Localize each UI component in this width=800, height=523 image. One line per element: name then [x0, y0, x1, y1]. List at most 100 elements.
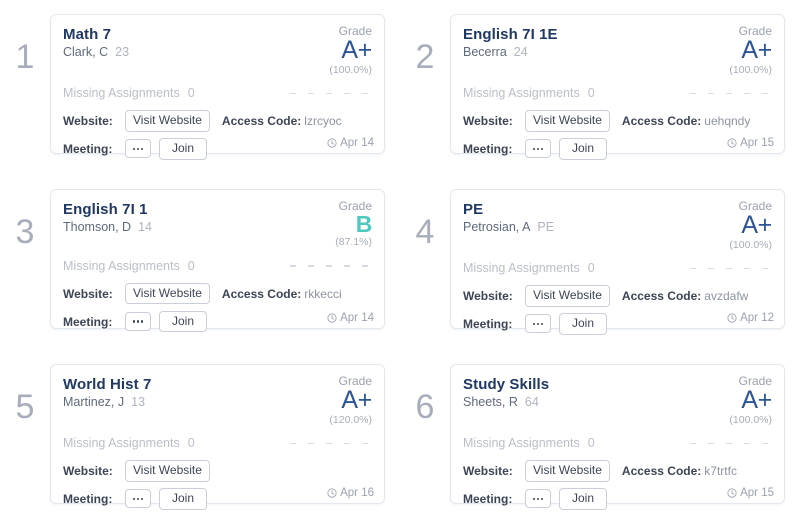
assignment-dash [362, 92, 368, 95]
card-date-text: Apr 14 [340, 137, 374, 149]
join-meeting-button[interactable]: Join [559, 487, 608, 510]
dot-icon [136, 147, 140, 151]
course-info: Study Skills Sheets, R 64 [463, 375, 549, 409]
course-period: 23 [115, 45, 130, 60]
visit-website-button[interactable]: Visit Website [525, 109, 610, 132]
assignment-dash [362, 442, 368, 445]
access-code: Access Code: rkkecci [222, 287, 342, 301]
visit-website-button[interactable]: Visit Website [125, 459, 210, 482]
course-info: Math 7 Clark, C 23 [63, 25, 129, 59]
course-info: PE Petrosian, A PE [463, 200, 554, 234]
card-header: World Hist 7 Martinez, J 13 Grade A+ (120… [63, 374, 372, 426]
access-code-label: Access Code: [221, 286, 302, 301]
grade-letter: B [355, 211, 373, 238]
course-info: World Hist 7 Martinez, J 13 [63, 375, 151, 409]
dot-icon [140, 147, 144, 151]
assignment-dash [708, 267, 714, 270]
visit-website-button[interactable]: Visit Website [525, 459, 610, 482]
grade-block: Grade A+ (120.0%) [302, 374, 372, 426]
assignment-dash [344, 265, 350, 267]
meeting-options-button[interactable] [125, 312, 151, 332]
access-code-label: Access Code: [621, 288, 702, 303]
website-label: Website: [463, 288, 513, 303]
course-title: English 7I 1E [463, 26, 558, 43]
grade-percent: (100.0%) [729, 63, 772, 76]
meeting-label: Meeting: [463, 316, 513, 331]
meeting-label: Meeting: [63, 314, 113, 329]
grade-block: Grade A+ (100.0%) [302, 24, 372, 76]
course-card[interactable]: English 7I 1 Thomson, D 14 Grade B (87.1%… [50, 189, 385, 333]
card-date: Apr 12 [727, 312, 774, 324]
grade-block: Grade A+ (100.0%) [702, 24, 772, 76]
meeting-options-button[interactable] [125, 489, 151, 509]
missing-assignments-text: Missing Assignments [463, 261, 580, 276]
missing-assignments-count: 0 [587, 436, 595, 451]
teacher-line: Sheets, R 64 [463, 395, 549, 409]
grade-letter: A+ [741, 211, 772, 240]
missing-assignments-text: Missing Assignments [463, 86, 580, 101]
teacher-name: Thomson, D [63, 220, 132, 235]
website-row: Website: Visit Website Access Code: k7trt… [463, 459, 772, 482]
meeting-options-button[interactable] [525, 314, 551, 334]
assignment-dash [326, 92, 332, 95]
meeting-options-button[interactable] [525, 489, 551, 509]
assignment-dash [762, 442, 768, 445]
clock-icon [327, 138, 337, 148]
grade-letter: A+ [341, 36, 372, 65]
missing-assignments-count: 0 [587, 261, 595, 276]
meeting-row: Meeting: Join [63, 137, 372, 160]
missing-assignments-row: Missing Assignments 0 [463, 260, 772, 276]
missing-assignments-text: Missing Assignments [63, 436, 180, 451]
meeting-options-button[interactable] [525, 139, 551, 159]
teacher-name: Petrosian, A [463, 220, 531, 235]
join-meeting-button[interactable]: Join [559, 312, 608, 335]
join-meeting-button[interactable]: Join [559, 137, 608, 160]
course-title: Math 7 [63, 26, 112, 43]
missing-assignments-text: Missing Assignments [63, 86, 180, 101]
access-code-value: avzdafw [704, 288, 749, 303]
grade-letter: A+ [741, 386, 772, 415]
course-card[interactable]: World Hist 7 Martinez, J 13 Grade A+ (120… [50, 364, 385, 510]
card-index-number: 3 [15, 213, 35, 251]
card-header: Study Skills Sheets, R 64 Grade A+ (100.0… [463, 374, 772, 426]
assignment-dash [290, 442, 296, 445]
join-meeting-button[interactable]: Join [159, 310, 208, 333]
dot-icon [140, 320, 144, 323]
missing-assignments-count: 0 [187, 86, 195, 101]
course-cell: 1 Math 7 Clark, C 23 Grade A+ (100.0%) Mi… [0, 0, 400, 175]
access-code-label: Access Code: [221, 113, 302, 128]
assignment-dash [326, 265, 332, 267]
website-label: Website: [463, 113, 513, 128]
assignment-dash [344, 442, 350, 445]
access-code-label: Access Code: [621, 113, 702, 128]
dot-icon [532, 147, 536, 151]
meeting-options-button[interactable] [125, 139, 151, 159]
dot-icon [540, 322, 544, 326]
card-date: Apr 14 [327, 137, 374, 149]
visit-website-button[interactable]: Visit Website [125, 282, 210, 305]
course-title: English 7I 1 [63, 201, 148, 218]
assignment-dash [308, 265, 314, 267]
assignment-dash [690, 92, 696, 95]
visit-website-button[interactable]: Visit Website [125, 109, 210, 132]
course-card[interactable]: Study Skills Sheets, R 64 Grade A+ (100.0… [450, 364, 785, 510]
missing-assignments-label: Missing Assignments 0 [463, 86, 595, 100]
join-meeting-button[interactable]: Join [159, 487, 208, 510]
meeting-row: Meeting: Join [463, 312, 772, 335]
course-card[interactable]: PE Petrosian, A PE Grade A+ (100.0%) Miss… [450, 189, 785, 335]
dot-icon [132, 320, 136, 323]
assignment-dash [744, 267, 750, 270]
assignment-dash [744, 92, 750, 95]
grade-percent: (100.0%) [729, 238, 772, 251]
join-meeting-button[interactable]: Join [159, 137, 208, 160]
assignment-dash [726, 267, 732, 270]
assignment-dash [326, 442, 332, 445]
course-card[interactable]: Math 7 Clark, C 23 Grade A+ (100.0%) Miss… [50, 14, 385, 160]
course-info: English 7I 1 Thomson, D 14 [63, 200, 152, 234]
missing-assignments-text: Missing Assignments [63, 259, 180, 274]
teacher-line: Petrosian, A PE [463, 220, 554, 234]
assignment-dash [726, 442, 732, 445]
course-card[interactable]: English 7I 1E Becerra 24 Grade A+ (100.0%… [450, 14, 785, 160]
visit-website-button[interactable]: Visit Website [525, 284, 610, 307]
grade-percent: (120.0%) [329, 413, 372, 426]
